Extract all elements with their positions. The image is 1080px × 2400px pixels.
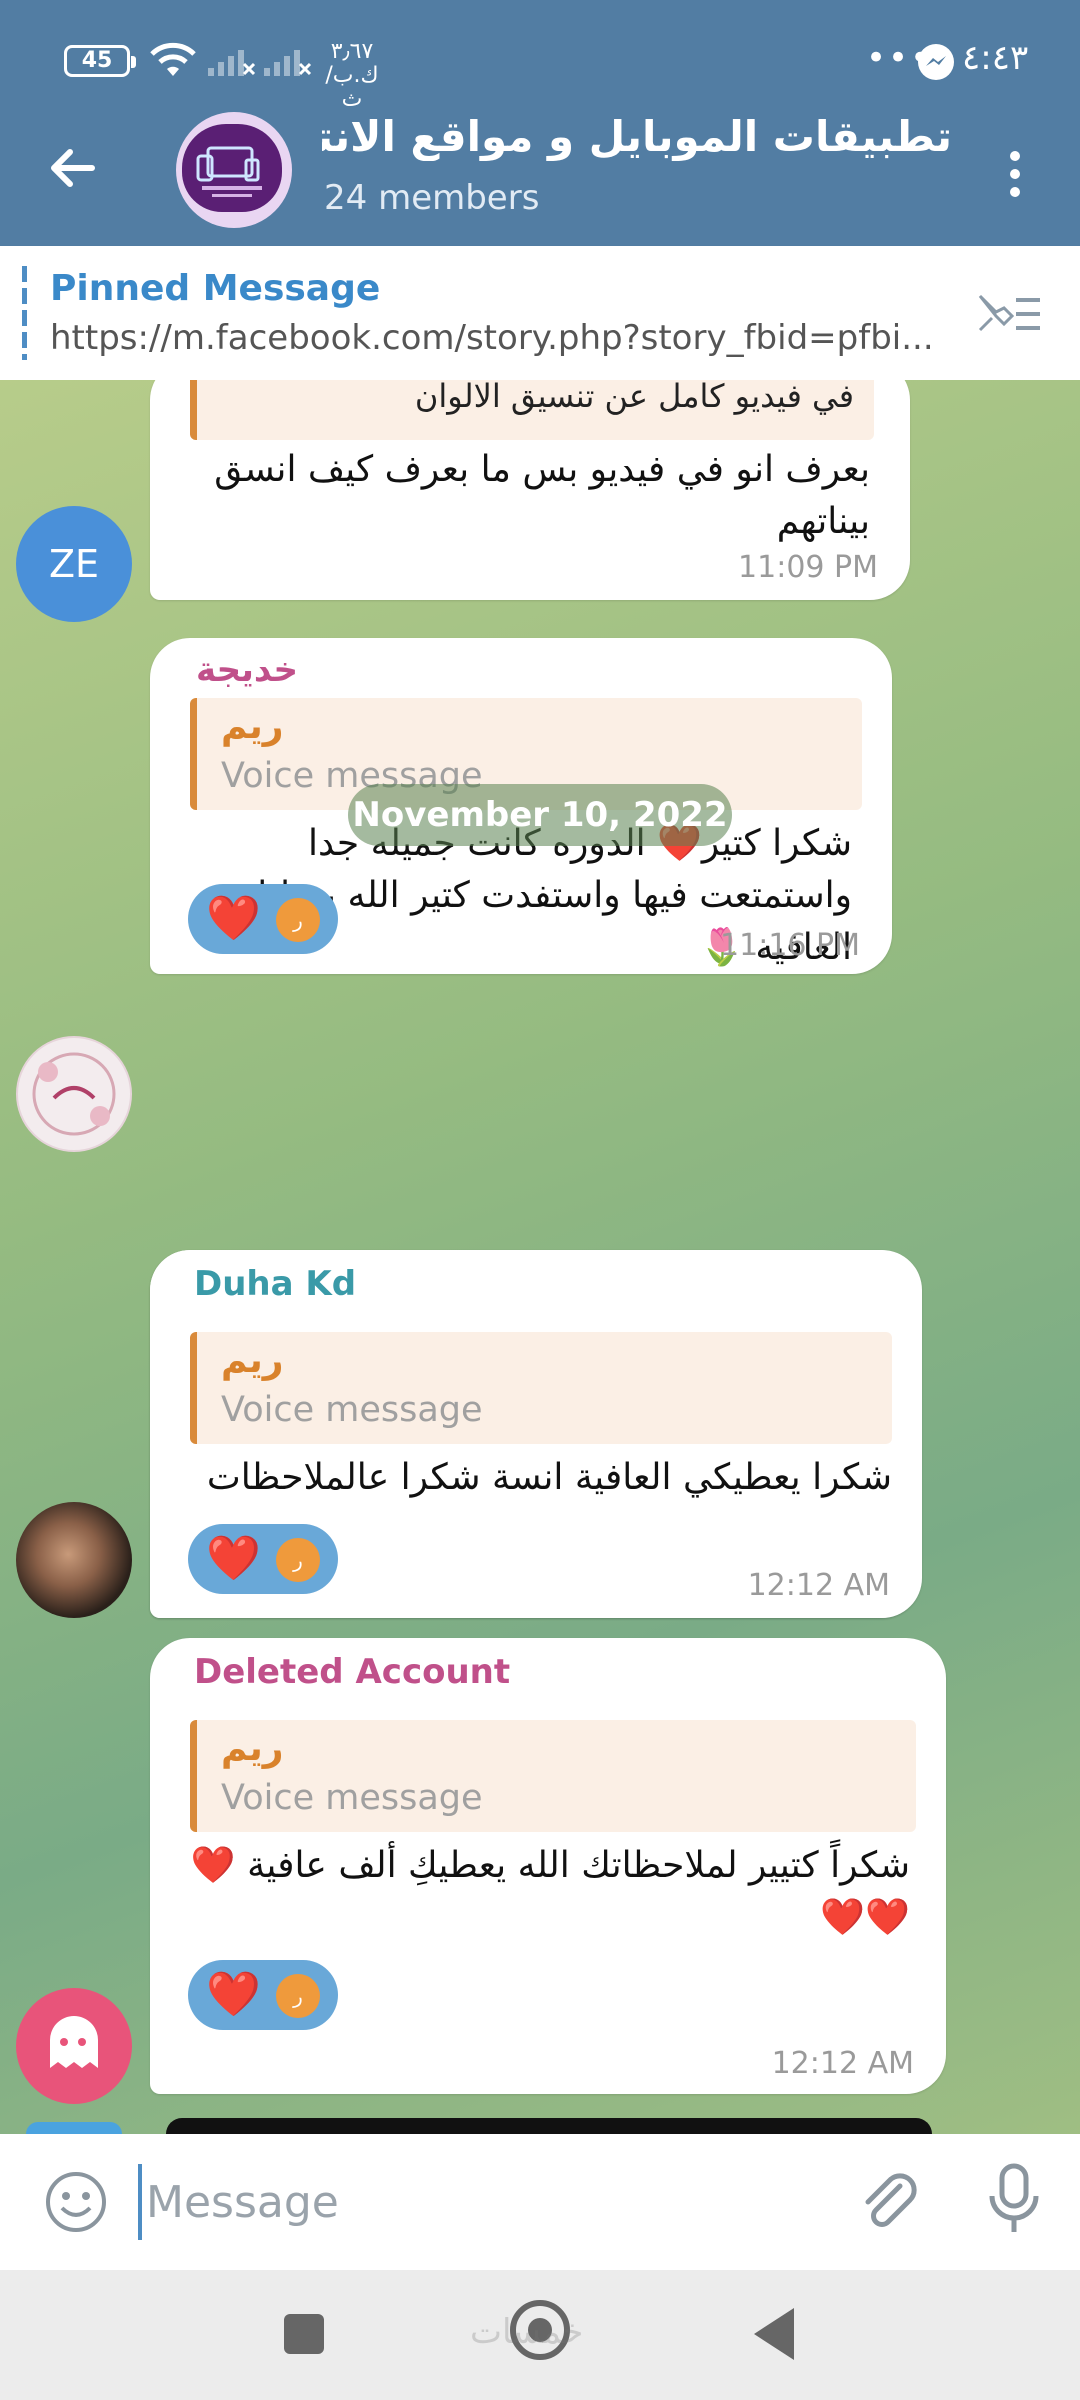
group-logo: [182, 124, 282, 212]
reactor-avatar: ر: [276, 898, 320, 942]
group-avatar[interactable]: [176, 112, 292, 228]
back-button[interactable]: [754, 2308, 794, 2360]
member-count: 24 members: [324, 178, 540, 218]
reaction-pill[interactable]: ❤️ ر: [188, 1524, 338, 1594]
next-message-edge: [166, 2118, 932, 2134]
battery-indicator: 45: [64, 45, 136, 77]
next-avatar-edge: [26, 2122, 122, 2134]
reply-name: ريم: [221, 706, 284, 747]
heart-reaction-icon: ❤️: [206, 1969, 261, 2020]
message-time: 12:12 AM: [771, 2046, 914, 2081]
microphone-icon[interactable]: [984, 2162, 1044, 2238]
reply-preview[interactable]: ريم Voice message: [190, 1332, 892, 1444]
avatar-deleted[interactable]: [16, 1988, 132, 2104]
recent-apps-button[interactable]: [284, 2314, 324, 2354]
avatar-ze[interactable]: ZE: [16, 506, 132, 622]
sender-name: Duha Kd: [194, 1264, 357, 1304]
pinned-indicator: [22, 266, 27, 360]
message-text: شكراً كتيير لملاحظاتك الله يعطيكِ ألف عا…: [190, 1845, 910, 1938]
message-text: شكرا يعطيكي العافية انسة شكرا عالملاحظات: [206, 1457, 892, 1498]
message-bubble-deleted[interactable]: Deleted Account ريم Voice message شكراً …: [150, 1638, 946, 2094]
signal-2-icon: [264, 50, 312, 76]
wifi-icon: [150, 42, 196, 76]
system-nav-bar: خمسات: [0, 2270, 1080, 2400]
message-bubble[interactable]: في فيديو كامل عن تنسيق الالوان بعرف انو …: [150, 380, 910, 600]
reply-text: Voice message: [221, 1778, 483, 1818]
message-composer: [0, 2134, 1080, 2270]
sender-name: خديجة: [196, 650, 299, 690]
message-input[interactable]: [138, 2164, 818, 2240]
message-bubble-duha[interactable]: Duha Kd ريم Voice message شكرا يعطيكي ال…: [150, 1250, 922, 1618]
status-time: ٤:٤٣: [962, 38, 1029, 78]
reply-preview[interactable]: في فيديو كامل عن تنسيق الالوان: [190, 380, 874, 440]
reply-text: في فيديو كامل عن تنسيق الالوان: [414, 380, 854, 415]
sender-name: Deleted Account: [194, 1652, 511, 1692]
reply-preview[interactable]: ريم Voice message: [190, 1720, 916, 1832]
reaction-pill[interactable]: ❤️ ر: [188, 1960, 338, 2030]
more-options-icon[interactable]: [1000, 144, 1030, 204]
message-time: 11:09 PM: [738, 550, 878, 585]
message-text: بعرف انو في فيديو بس ما بعرف كيف انسق بي…: [214, 449, 870, 542]
reply-name: ريم: [221, 1340, 284, 1381]
emoji-icon[interactable]: [42, 2168, 110, 2236]
reaction-pill[interactable]: ❤️ ر: [188, 884, 338, 954]
top-bar: 45 ٣٫٦٧ ك.ب/ث ••• ٤:٤٣ تطبيقات الموبايل …: [0, 0, 1080, 246]
watermark: خمسات: [470, 2312, 584, 2352]
avatar-khadija[interactable]: [16, 1036, 132, 1152]
pinned-label: Pinned Message: [50, 268, 381, 309]
pinned-text: https://m.facebook.com/story.php?story_f…: [50, 318, 934, 358]
network-speed: ٣٫٦٧ ك.ب/ث: [325, 39, 379, 112]
reply-name: ريم: [221, 1728, 284, 1769]
signal-1-icon: [208, 50, 256, 76]
pinned-message-bar[interactable]: Pinned Message https://m.facebook.com/st…: [0, 246, 1080, 380]
heart-reaction-icon: ❤️: [206, 1533, 261, 1584]
heart-reaction-icon: ❤️: [206, 893, 261, 944]
floral-avatar-icon: [32, 1052, 116, 1136]
reactor-avatar: ر: [276, 1538, 320, 1582]
message-time: 12:12 AM: [747, 1568, 890, 1603]
message-time: 11:16 PM: [720, 928, 860, 963]
status-bar: 45 ٣٫٦٧ ك.ب/ث ••• ٤:٤٣: [0, 0, 1080, 120]
avatar-duha[interactable]: [16, 1502, 132, 1618]
ghost-icon: [50, 2016, 98, 2068]
pinned-list-icon[interactable]: [974, 286, 1044, 340]
attach-icon[interactable]: [852, 2164, 924, 2236]
date-separator: November 10, 2022: [348, 784, 732, 846]
reactor-avatar: ر: [276, 1974, 320, 2018]
back-arrow-icon[interactable]: [44, 138, 104, 198]
reply-text: Voice message: [221, 1390, 483, 1430]
group-title[interactable]: تطبيقات الموبايل و مواقع الانترنت: [322, 112, 952, 161]
messenger-icon: [918, 44, 954, 80]
